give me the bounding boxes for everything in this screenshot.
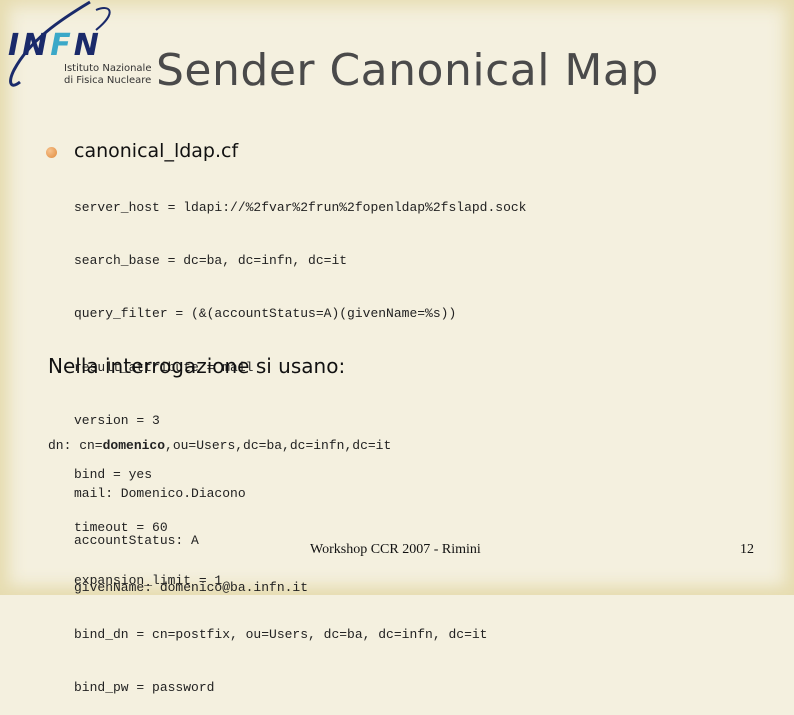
config-line: server_host = ldapi://%2fvar%2frun%2fope… [74, 199, 527, 215]
bullet-label: canonical_ldap.cf [74, 140, 239, 162]
config-line: bind_dn = cn=postfix, ou=Users, dc=ba, d… [74, 626, 488, 642]
ldap-entry-block: dn: cn=domenico,ou=Users,dc=ba,dc=infn,d… [48, 407, 391, 611]
dn-suffix: ,ou=Users,dc=ba,dc=infn,dc=it [165, 438, 392, 454]
ldap-dn-line: dn: cn=domenico,ou=Users,dc=ba,dc=infn,d… [48, 438, 391, 454]
infn-logo: INFN Istituto Nazionale di Fisica Nuclea… [0, 0, 160, 100]
logo-wordmark: INFN [8, 28, 102, 63]
page-number: 12 [740, 542, 754, 557]
logo-subtitle: Istituto Nazionale di Fisica Nucleare [64, 63, 152, 87]
dn-username: domenico [102, 438, 166, 454]
config-line: bind_pw = password [74, 680, 215, 696]
config-line: search_base = dc=ba, dc=infn, dc=it [74, 252, 348, 268]
dn-prefix: dn: cn= [48, 438, 103, 454]
logo-subtitle-line2: di Fisica Nucleare [64, 75, 152, 86]
slide-title: Sender Canonical Map [156, 45, 659, 96]
footer-text: Workshop CCR 2007 - Rimini [310, 542, 481, 557]
logo-subtitle-line1: Istituto Nazionale [64, 63, 152, 74]
bullet-dot-icon [46, 147, 57, 158]
config-line: query_filter = (&(accountStatus=A)(given… [74, 306, 457, 322]
ldap-attribute-line: mail: Domenico.Diacono [74, 485, 246, 501]
ldap-attribute-line: givenName: domenico@ba.infn.it [74, 579, 309, 595]
section-subheading: Nella interrogazione si usano: [48, 354, 346, 378]
